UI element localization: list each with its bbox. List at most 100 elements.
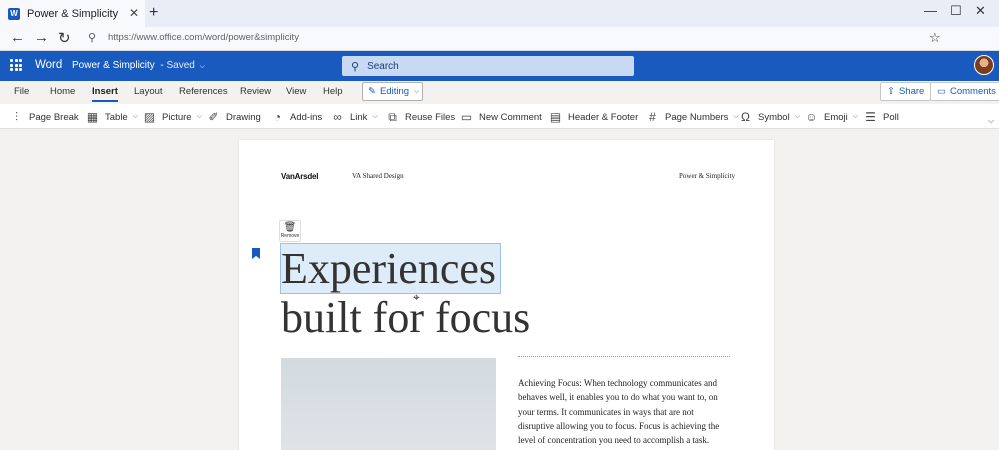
remove-button[interactable]: 🗑 Remove <box>279 220 301 242</box>
tab-review[interactable]: Review <box>240 86 271 97</box>
header-right-text: Power & Simplicity <box>679 172 735 180</box>
command-label: Page Break <box>29 112 79 123</box>
tab-home[interactable]: Home <box>50 86 75 97</box>
comments-button[interactable]: ▭ Comments <box>930 82 999 101</box>
new-comment-button[interactable]: ▭ New Comment <box>460 110 542 124</box>
tab-view[interactable]: View <box>286 86 306 97</box>
poll-icon: ☰ <box>865 110 876 124</box>
forward-icon[interactable]: → <box>34 29 49 46</box>
avatar[interactable] <box>974 55 994 75</box>
command-label: Emoji <box>824 111 848 123</box>
symbol-button[interactable]: Ω Symbol ⌵ <box>739 110 800 124</box>
command-label: New Comment <box>479 111 542 123</box>
picture-button[interactable]: ▨ Picture ⌵ <box>143 110 202 124</box>
chevron-down-icon: ⌵ <box>197 63 205 70</box>
headline[interactable]: Experiences built for focus <box>280 243 531 342</box>
word-header: Word Power & Simplicity - Saved ⌵ ⚲ Sear… <box>0 51 999 81</box>
command-label: Page Numbers <box>665 111 729 123</box>
favorite-star-icon[interactable]: ☆ <box>929 30 941 46</box>
mouse-cursor-icon: ⌖ <box>413 290 420 304</box>
new-tab-icon[interactable]: + <box>149 4 158 22</box>
command-label: Drawing <box>226 111 261 123</box>
headline-line1: Experiences <box>280 243 501 294</box>
chevron-down-icon: ⌵ <box>132 113 139 120</box>
chevron-down-icon: ⌵ <box>196 113 202 120</box>
command-label: Symbol <box>758 111 790 123</box>
browser-tab[interactable]: W Power & Simplicity ✕ <box>0 0 145 27</box>
doc-status: Saved <box>166 60 195 71</box>
editing-mode-button[interactable]: ✎ Editing ⌵ <box>362 82 423 101</box>
tab-insert[interactable]: Insert <box>92 86 118 102</box>
picture-icon: ▨ <box>143 110 156 124</box>
ribbon-tabs: File Home Insert Layout References Revie… <box>0 81 999 104</box>
header-center-text: VA Shared Design <box>352 172 404 180</box>
share-button[interactable]: ⇪ Share <box>880 82 932 101</box>
page-numbers-icon: # <box>649 110 656 124</box>
minimize-icon[interactable]: — <box>924 3 937 18</box>
doc-title: Power & Simplicity <box>72 60 155 71</box>
page-break-icon: ⫶ <box>14 110 18 124</box>
window-close-icon[interactable]: ✕ <box>975 3 986 19</box>
page-break-button[interactable]: ⫶ Page Break <box>10 110 79 125</box>
image-placeholder[interactable] <box>281 358 496 450</box>
addins-button[interactable]: ◔ Add-ins <box>271 110 322 124</box>
emoji-icon: ☺ <box>805 110 818 124</box>
chevron-down-icon: ⌵ <box>414 87 420 95</box>
comments-label: Comments <box>949 86 996 97</box>
tab-file[interactable]: File <box>14 86 29 97</box>
editing-label: Editing <box>379 86 410 97</box>
tab-close-icon[interactable]: ✕ <box>129 6 139 20</box>
header-footer-icon: ▤ <box>549 110 562 124</box>
tab-references[interactable]: References <box>179 86 228 97</box>
tab-help[interactable]: Help <box>323 86 343 97</box>
page-numbers-button[interactable]: # Page Numbers ⌵ <box>646 110 739 124</box>
reuse-files-icon: ⧉ <box>388 110 397 124</box>
ribbon-collapse-icon[interactable]: ⌵ <box>988 116 994 126</box>
address-bar: ← → ↻ ⚲ https://www.office.com/word/powe… <box>0 27 999 51</box>
addins-icon: ◔ <box>273 110 282 124</box>
header-footer-button[interactable]: ▤ Header & Footer <box>549 110 638 124</box>
app-name[interactable]: Word <box>35 59 62 71</box>
command-label: Table <box>105 111 128 123</box>
poll-button[interactable]: ☰ Poll <box>864 110 899 124</box>
drawing-button[interactable]: ✐ Drawing <box>207 110 261 124</box>
emoji-button[interactable]: ☺ Emoji ⌵ <box>805 110 858 124</box>
headline-line2: built for focus <box>281 293 531 342</box>
link-icon: ∞ <box>333 110 342 124</box>
chevron-down-icon: ⌵ <box>794 113 800 120</box>
search-placeholder: Search <box>367 60 399 72</box>
maximize-icon[interactable]: ☐ <box>950 3 962 19</box>
command-label: Poll <box>883 111 899 123</box>
back-icon[interactable]: ← <box>10 29 25 46</box>
browser-tabstrip: W Power & Simplicity ✕ + — ☐ ✕ <box>0 0 999 27</box>
search-box[interactable]: ⚲ Search <box>342 56 634 76</box>
bookmark-icon[interactable] <box>252 248 260 259</box>
doc-title-menu[interactable]: Power & Simplicity - Saved ⌵ <box>72 60 205 71</box>
comment-icon: ▭ <box>460 110 473 124</box>
table-icon: ▦ <box>86 110 99 124</box>
search-icon: ⚲ <box>351 60 360 73</box>
command-label: Add-ins <box>290 111 323 123</box>
insert-commands: ⫶ Page Break ▦ Table ⌵ ▨ Picture ⌵ ✐ Drawing ◔… <box>0 104 999 129</box>
chevron-down-icon: ⌵ <box>852 113 859 120</box>
table-button[interactable]: ▦ Table ⌵ <box>86 110 138 124</box>
header-logo: VanArsdel <box>281 172 319 181</box>
tab-layout[interactable]: Layout <box>134 86 163 97</box>
tab-title: Power & Simplicity <box>27 7 119 20</box>
document-page[interactable]: VanArsdel VA Shared Design Power & Simpl… <box>239 140 774 450</box>
site-info-icon[interactable]: ⚲ <box>88 31 96 44</box>
word-favicon-icon: W <box>8 7 20 20</box>
share-icon: ⇪ <box>887 86 895 97</box>
remove-label: Remove <box>280 233 300 239</box>
command-label: Reuse Files <box>405 112 456 123</box>
comment-icon: ▭ <box>937 86 946 97</box>
drawing-icon: ✐ <box>208 110 219 124</box>
app-launcher-icon[interactable] <box>10 59 22 71</box>
link-button[interactable]: ∞ Link ⌵ <box>331 110 378 124</box>
refresh-icon[interactable]: ↻ <box>58 29 71 47</box>
command-label: Link <box>350 111 368 123</box>
url-field[interactable]: https://www.office.com/word/power&simpli… <box>108 32 299 43</box>
command-label: Picture <box>162 111 192 123</box>
reuse-files-button[interactable]: ⧉ Reuse Files <box>386 110 455 125</box>
share-label: Share <box>898 86 925 97</box>
